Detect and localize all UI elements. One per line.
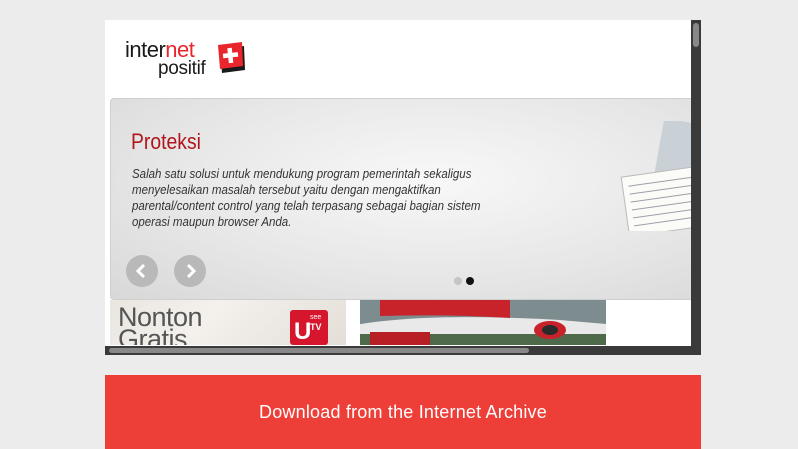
useetv-tv: TV [310,322,322,332]
red-cross-icon [218,42,245,73]
banner-title: Proteksi [131,129,201,154]
airplane-thumbnail[interactable] [360,300,606,345]
download-button-label: Download from the Internet Archive [259,401,547,422]
vertical-scrollbar[interactable] [691,20,701,346]
internet-positif-logo[interactable]: internet positif [125,36,255,94]
useetv-see: see [310,314,322,321]
thumbnail-text: Nonton Gratis [118,304,203,346]
carousel-prev-button[interactable] [126,255,158,287]
airplane-image [360,300,606,345]
horizontal-scrollbar-thumb[interactable] [109,348,529,353]
logo-line-2: positif [158,58,206,79]
banner-description: Salah satu solusi untuk mendukung progra… [132,167,481,229]
chevron-left-icon [135,263,146,279]
nonton-gratis-thumbnail[interactable]: Nonton Gratis U see TV [110,300,346,345]
vertical-scrollbar-thumb[interactable] [693,23,699,47]
useetv-logo: U see TV [290,310,328,345]
carousel-next-button[interactable] [174,255,206,287]
chevron-right-icon [186,263,197,279]
useetv-u: U [294,318,312,345]
thumbnail-row: Nonton Gratis U see TV [110,300,610,345]
carousel-dot-1[interactable] [454,277,462,285]
carousel-banner: Proteksi Salah satu solusi untuk menduku… [110,98,701,300]
carousel-dot-2-active[interactable] [466,277,474,285]
embedded-page-frame: internet positif Proteksi Salah satu sol… [105,20,701,355]
download-archive-button[interactable]: Download from the Internet Archive [105,375,701,449]
horizontal-scrollbar[interactable] [105,346,701,355]
document-illustration-icon [620,121,701,231]
